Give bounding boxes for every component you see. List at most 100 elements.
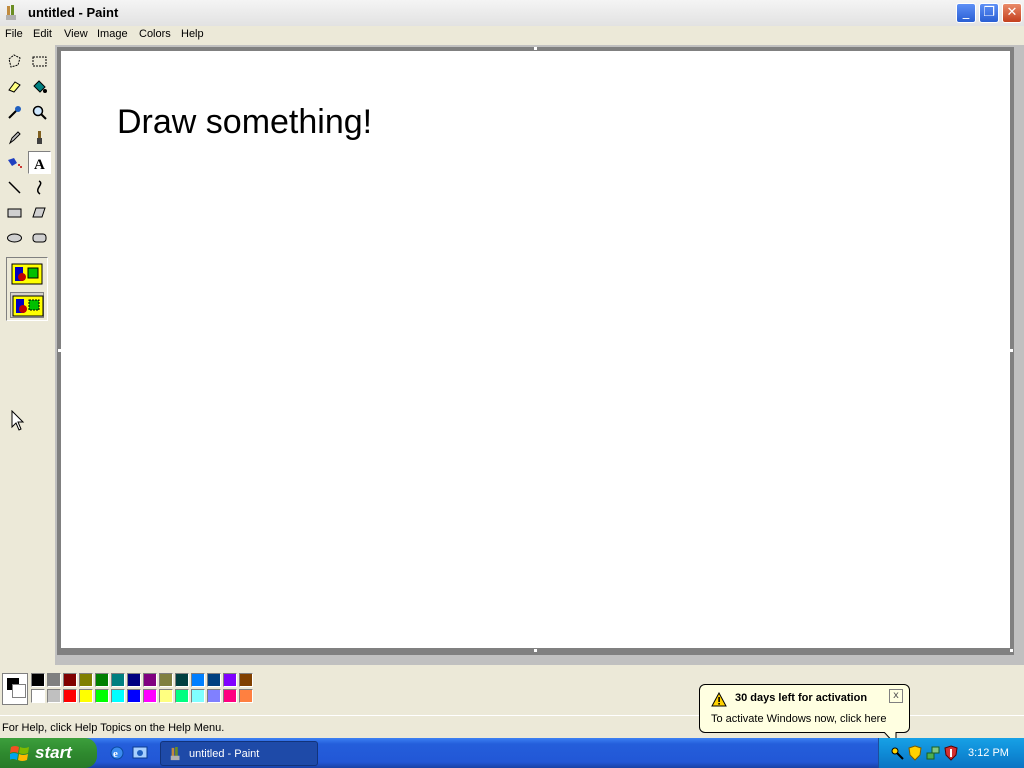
pick-color-tool[interactable] [3,101,26,124]
airbrush-icon [8,158,22,168]
start-button[interactable]: start [0,738,97,768]
palette-swatch[interactable] [79,673,93,687]
palette-swatch[interactable] [207,673,221,687]
resize-handle[interactable] [1010,349,1013,352]
pencil-icon [8,131,21,145]
line-tool[interactable] [3,176,26,199]
close-button[interactable]: ✕ [1002,3,1022,23]
ellipse-tool[interactable] [3,226,26,249]
palette-swatch[interactable] [175,673,189,687]
curve-tool[interactable] [28,176,51,199]
warning-icon [711,692,727,707]
palette-swatch[interactable] [191,689,205,703]
palette-swatch[interactable] [95,689,109,703]
show-desktop-icon[interactable] [131,744,149,762]
palette-swatch[interactable] [47,689,61,703]
svg-text:e: e [113,748,118,760]
palette-swatch[interactable] [63,673,77,687]
paint-app-icon [6,5,16,20]
palette-swatch[interactable] [207,689,221,703]
window-title: untitled - Paint [28,5,119,20]
menu-view[interactable]: View [64,28,88,40]
start-label: start [35,743,72,762]
ellipse-icon [7,233,22,243]
canvas-text: Draw something! [117,103,373,141]
clock[interactable]: 3:12 PM [968,747,1009,759]
tool-options-panel [6,257,48,321]
minimize-button[interactable]: _ [956,3,976,23]
activation-balloon[interactable]: 30 days left for activation To activate … [699,684,910,733]
balloon-body[interactable]: To activate Windows now, click here [711,713,886,725]
airbrush-tool[interactable] [3,151,26,174]
palette-swatch[interactable] [127,689,141,703]
menu-help[interactable]: Help [181,28,204,40]
palette-swatch[interactable] [79,689,93,703]
resize-handle[interactable] [1010,649,1013,652]
restore-button[interactable]: ❐ [979,3,999,23]
magnifier-icon [32,105,47,120]
resize-handle [534,47,537,50]
windows-logo-icon [10,746,29,761]
palette-swatch[interactable] [143,689,157,703]
network-icon[interactable] [925,745,941,761]
mouse-cursor-icon [11,410,25,431]
menu-edit[interactable]: Edit [33,28,52,40]
palette-swatch[interactable] [239,689,253,703]
menu-bar: File Edit View Image Colors Help [0,26,1024,45]
pencil-tool[interactable] [3,126,26,149]
rounded-rectangle-tool[interactable] [28,226,51,249]
polygon-tool[interactable] [28,201,51,224]
internet-explorer-icon[interactable]: e [108,744,126,762]
system-tray: 3:12 PM [878,738,1024,768]
palette-swatch[interactable] [191,673,205,687]
palette-swatch[interactable] [63,689,77,703]
polygon-icon [32,207,46,218]
free-form-select-tool[interactable] [3,50,26,73]
status-text: For Help, click Help Topics on the Help … [2,722,225,734]
menu-file[interactable]: File [5,28,23,40]
eyedropper-icon [8,106,21,119]
antivirus-shield-icon[interactable] [943,745,959,761]
free-select-icon [8,54,21,68]
select-tool[interactable] [28,50,51,73]
taskbar-button-paint[interactable]: untitled - Paint [160,741,318,766]
palette-swatch[interactable] [95,673,109,687]
palette-swatch[interactable] [159,673,173,687]
curve-icon [37,180,42,195]
magnifier-tool[interactable] [28,101,51,124]
balloon-close-button[interactable]: x [889,689,903,703]
balloon-title: 30 days left for activation [735,692,868,704]
activation-key-icon[interactable] [889,745,905,761]
palette-swatch[interactable] [159,689,173,703]
current-colors[interactable] [2,673,28,705]
opaque-background-option[interactable] [10,261,44,287]
background-color [12,684,26,698]
palette-swatch[interactable] [47,673,61,687]
bucket-icon [33,80,47,93]
security-shield-icon[interactable] [907,745,923,761]
transparent-background-option[interactable] [10,292,44,318]
palette-swatch[interactable] [223,673,237,687]
palette-swatch[interactable] [127,673,141,687]
eraser-tool[interactable] [3,75,26,98]
menu-colors[interactable]: Colors [139,28,171,40]
title-bar[interactable]: untitled - Paint _ ❐ ✕ [0,0,1024,27]
transparent-background-icon [12,295,44,317]
brush-tool[interactable] [28,126,51,149]
palette-swatch[interactable] [111,673,125,687]
rectangle-tool[interactable] [3,201,26,224]
fill-with-color-tool[interactable] [28,75,51,98]
palette-swatch[interactable] [143,673,157,687]
resize-handle[interactable] [534,649,537,652]
palette-swatch[interactable] [31,689,45,703]
drawing-canvas[interactable]: Draw something! [61,51,1010,648]
rounded-rect-icon [32,233,47,243]
palette-swatch[interactable] [111,689,125,703]
menu-image[interactable]: Image [97,28,128,40]
taskbar-button-label: untitled - Paint [189,748,260,760]
palette-swatch[interactable] [175,689,189,703]
text-tool[interactable]: A [28,151,51,174]
palette-swatch[interactable] [239,673,253,687]
palette-swatch[interactable] [223,689,237,703]
palette-swatch[interactable] [31,673,45,687]
